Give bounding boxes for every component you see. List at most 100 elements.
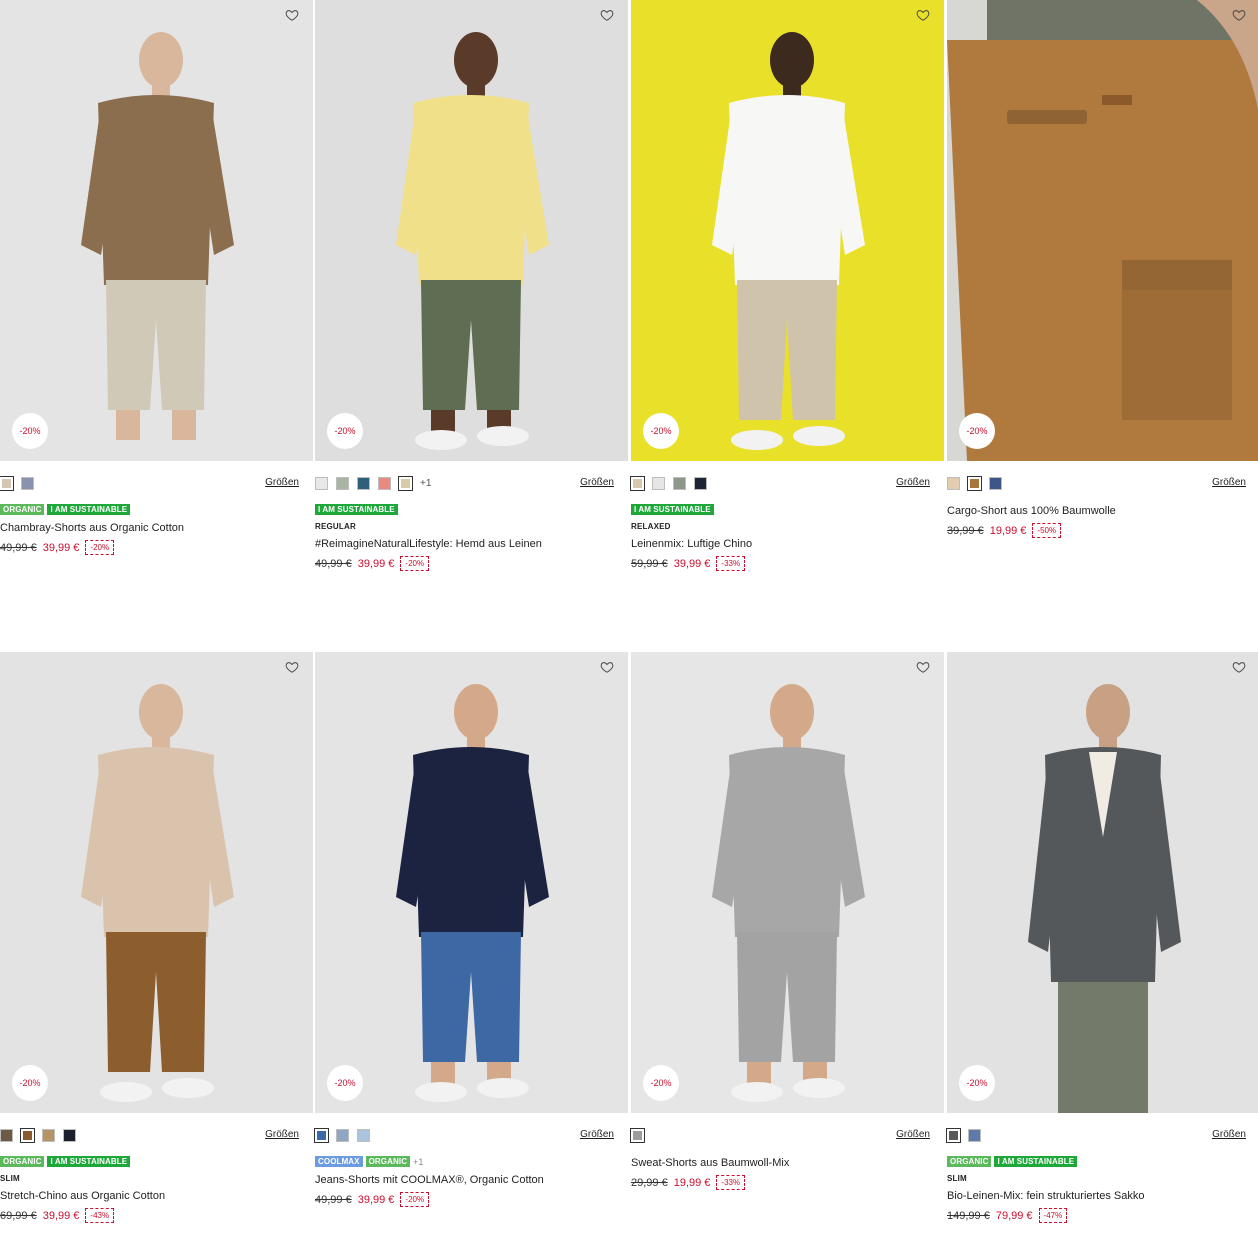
discount-badge: -20% xyxy=(643,413,679,449)
product-image[interactable]: -20% xyxy=(315,652,628,1113)
product-card[interactable]: -20% +1 Größen I AM SUSTAINABLE REGULAR #Reim… xyxy=(315,0,628,571)
sizes-link[interactable]: Größen xyxy=(265,1129,299,1140)
product-card[interactable]: -20% Größen ORGANIC I AM SUSTAINABLE SLIM Str… xyxy=(0,652,313,1223)
color-swatch[interactable] xyxy=(63,1128,76,1142)
product-photo xyxy=(947,0,1258,461)
color-swatch[interactable] xyxy=(947,476,960,490)
product-card[interactable]: -20% Größen COOLMAX ORGANIC +1 Jeans-Shorts m… xyxy=(314,652,628,1207)
sizes-link[interactable]: Größen xyxy=(580,1129,614,1140)
color-swatch[interactable] xyxy=(357,1128,370,1142)
tag-organic: ORGANIC xyxy=(947,1156,992,1167)
color-swatch[interactable] xyxy=(378,476,391,490)
product-image[interactable]: -20% xyxy=(0,652,313,1113)
color-swatch[interactable] xyxy=(946,1127,961,1143)
color-swatch[interactable] xyxy=(673,476,686,490)
product-name[interactable]: Stretch-Chino aus Organic Cotton xyxy=(0,1189,313,1203)
product-photo xyxy=(315,652,628,1113)
product-name[interactable]: Jeans-Shorts mit COOLMAX®, Organic Cotto… xyxy=(315,1173,628,1187)
sale-price: 39,99 € xyxy=(673,557,711,570)
product-card[interactable]: -20% Größen Cargo-Short aus 100% Baumwolle… xyxy=(947,0,1258,538)
color-swatch[interactable] xyxy=(968,1128,981,1142)
product-card[interactable]: -20% Größen ORGANIC I AM SUSTAINABLE Chambra… xyxy=(0,0,313,555)
color-swatch[interactable] xyxy=(398,475,413,491)
color-swatch[interactable] xyxy=(336,476,349,490)
product-name[interactable]: Leinenmix: Luftige Chino xyxy=(631,537,944,551)
color-swatch[interactable] xyxy=(357,476,370,490)
color-swatch[interactable] xyxy=(630,475,645,491)
fit-label: RELAXED xyxy=(631,522,671,531)
sizes-link[interactable]: Größen xyxy=(1212,1129,1246,1140)
old-price: 29,99 € xyxy=(631,1176,668,1189)
price-row: 59,99 € 39,99 € -33% xyxy=(631,556,944,571)
color-swatch[interactable] xyxy=(20,1127,35,1143)
product-name[interactable]: #ReimagineNaturalLifestyle: Hemd aus Lei… xyxy=(315,537,628,551)
product-name[interactable]: Chambray-Shorts aus Organic Cotton xyxy=(0,521,313,535)
discount-badge: -20% xyxy=(643,1065,679,1101)
more-colors-count[interactable]: +1 xyxy=(420,478,431,489)
color-swatch[interactable] xyxy=(314,1127,329,1143)
product-image[interactable]: -20% xyxy=(631,0,944,461)
product-card[interactable]: -20% Größen I AM SUSTAINABLE RELAXED Leinenm… xyxy=(630,0,944,571)
old-price: 49,99 € xyxy=(315,557,352,570)
sale-price: 19,99 € xyxy=(673,1176,711,1189)
color-swatch[interactable] xyxy=(694,476,707,490)
color-swatch[interactable] xyxy=(0,1128,13,1142)
product-name[interactable]: Bio-Leinen-Mix: fein strukturiertes Sakk… xyxy=(947,1189,1258,1203)
discount-percent: -33% xyxy=(716,556,746,571)
tag-organic: ORGANIC xyxy=(0,504,45,515)
discount-percent: -47% xyxy=(1038,1208,1068,1223)
product-meta: Größen Sweat-Shorts aus Baumwoll-Mix 29,99… xyxy=(630,1113,944,1190)
product-tags: COOLMAX ORGANIC +1 xyxy=(315,1156,628,1167)
heart-icon[interactable] xyxy=(916,8,930,22)
heart-icon[interactable] xyxy=(600,660,614,674)
product-photo xyxy=(631,652,944,1113)
product-image[interactable]: -20% xyxy=(947,652,1258,1113)
product-tags: I AM SUSTAINABLE xyxy=(315,504,628,515)
heart-icon[interactable] xyxy=(285,660,299,674)
product-image[interactable]: -20% xyxy=(631,652,944,1113)
heart-icon[interactable] xyxy=(916,660,930,674)
product-image[interactable]: -20% xyxy=(315,0,628,461)
color-swatch[interactable] xyxy=(42,1128,55,1142)
color-swatch[interactable] xyxy=(315,476,328,490)
sale-price: 39,99 € xyxy=(357,1193,395,1206)
price-row: 39,99 € 19,99 € -50% xyxy=(947,523,1258,538)
product-name[interactable]: Sweat-Shorts aus Baumwoll-Mix xyxy=(631,1156,944,1170)
color-swatch[interactable] xyxy=(989,476,1002,490)
color-swatch[interactable] xyxy=(652,476,665,490)
product-image[interactable]: -20% xyxy=(0,0,313,461)
heart-icon[interactable] xyxy=(1232,660,1246,674)
sizes-link[interactable]: Größen xyxy=(896,477,930,488)
sizes-link[interactable]: Größen xyxy=(265,477,299,488)
color-swatch[interactable] xyxy=(967,475,982,491)
product-card[interactable]: -20% Größen Sweat-Shorts aus Baumwoll-Mix 2… xyxy=(630,652,944,1190)
price-row: 69,99 € 39,99 € -43% xyxy=(0,1208,313,1223)
sizes-link[interactable]: Größen xyxy=(580,477,614,488)
product-tags: ORGANIC I AM SUSTAINABLE xyxy=(0,504,313,515)
product-card[interactable]: -20% Größen ORGANIC I AM SUSTAINABLE SLIM Bio… xyxy=(946,652,1258,1223)
price-row: 149,99 € 79,99 € -47% xyxy=(947,1208,1258,1223)
price-row: 29,99 € 19,99 € -33% xyxy=(631,1175,944,1190)
product-image[interactable]: -20% xyxy=(947,0,1258,461)
old-price: 49,99 € xyxy=(315,1193,352,1206)
color-swatch[interactable] xyxy=(630,1127,645,1143)
discount-percent: -33% xyxy=(716,1175,746,1190)
color-swatch[interactable] xyxy=(21,476,34,490)
product-name[interactable]: Cargo-Short aus 100% Baumwolle xyxy=(947,504,1258,518)
tag-sust: I AM SUSTAINABLE xyxy=(47,1156,131,1167)
color-swatch[interactable] xyxy=(336,1128,349,1142)
product-meta: Größen Cargo-Short aus 100% Baumwolle 39,9… xyxy=(947,461,1258,538)
heart-icon[interactable] xyxy=(600,8,614,22)
heart-icon[interactable] xyxy=(285,8,299,22)
color-swatch[interactable] xyxy=(0,475,14,491)
discount-badge: -20% xyxy=(12,1065,48,1101)
sizes-link[interactable]: Größen xyxy=(1212,477,1246,488)
sale-price: 39,99 € xyxy=(357,557,395,570)
discount-percent: -43% xyxy=(85,1208,115,1223)
sizes-link[interactable]: Größen xyxy=(896,1129,930,1140)
heart-icon[interactable] xyxy=(1232,8,1246,22)
product-meta: Größen COOLMAX ORGANIC +1 Jeans-Shorts mit C… xyxy=(314,1113,628,1207)
product-photo xyxy=(0,652,313,1113)
product-photo xyxy=(631,0,944,461)
product-meta: Größen ORGANIC I AM SUSTAINABLE SLIM Bio-Lei… xyxy=(946,1113,1258,1223)
